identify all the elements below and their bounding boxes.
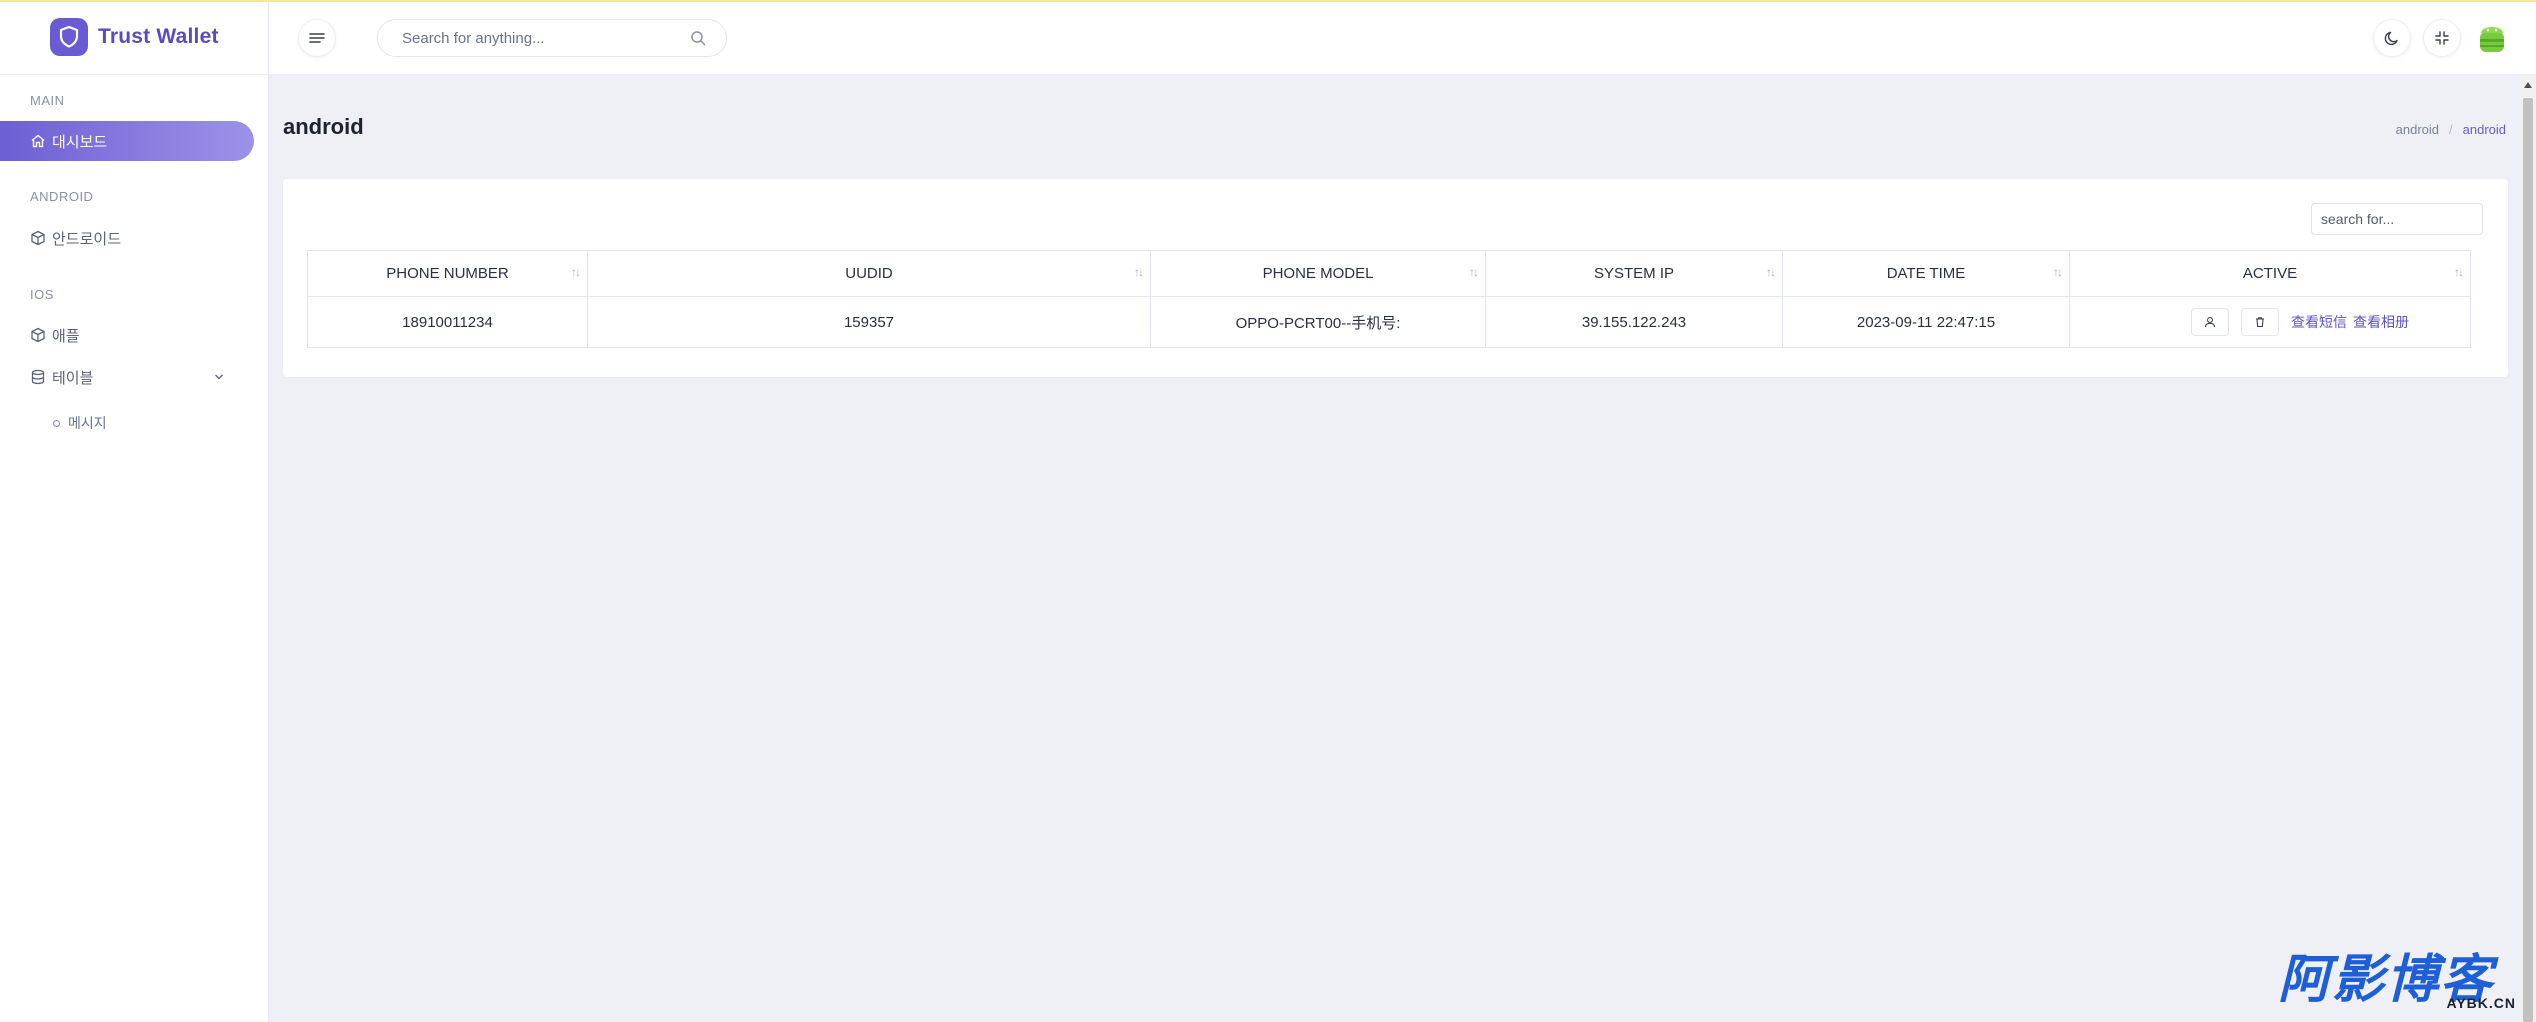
database-icon bbox=[31, 369, 45, 385]
sidebar-item-table[interactable]: 테이블 bbox=[0, 357, 254, 397]
column-header-phone-model[interactable]: PHONE MODEL ↑↓ bbox=[1150, 250, 1486, 297]
menu-toggle-button[interactable] bbox=[298, 19, 336, 57]
cell-phone-number: 18910011234 bbox=[307, 296, 588, 348]
view-user-button[interactable] bbox=[2191, 308, 2229, 336]
cell-uudid: 159357 bbox=[587, 296, 1151, 348]
bullet-icon bbox=[53, 419, 60, 427]
user-icon bbox=[2204, 317, 2216, 328]
table-row: 18910011234 159357 OPPO-PCRT00--手机号: 39.… bbox=[307, 296, 2471, 348]
data-card: PHONE NUMBER ↑↓ UUDID ↑↓ PHONE MODEL ↑↓ SYS… bbox=[283, 179, 2508, 377]
column-header-label: DATE TIME bbox=[1886, 265, 1966, 282]
cube-icon bbox=[31, 230, 45, 246]
data-table: PHONE NUMBER ↑↓ UUDID ↑↓ PHONE MODEL ↑↓ SYS… bbox=[307, 250, 2471, 348]
top-accent-line bbox=[0, 0, 2536, 2]
vertical-scrollbar[interactable] bbox=[2520, 76, 2536, 1022]
column-header-system-ip[interactable]: SYSTEM IP ↑↓ bbox=[1485, 250, 1783, 297]
cell-date-time: 2023-09-11 22:47:15 bbox=[1782, 296, 2070, 348]
delete-button[interactable] bbox=[2241, 308, 2279, 336]
home-icon bbox=[31, 134, 45, 148]
table-header-row: PHONE NUMBER ↑↓ UUDID ↑↓ PHONE MODEL ↑↓ SYS… bbox=[307, 250, 2471, 297]
section-label-main: MAIN bbox=[30, 93, 65, 108]
page-title: android bbox=[283, 114, 364, 139]
sort-icon[interactable]: ↑↓ bbox=[2053, 265, 2063, 279]
row-actions: 查看短信 查看相册 bbox=[2070, 308, 2470, 336]
column-header-label: PHONE MODEL bbox=[1262, 265, 1374, 282]
breadcrumb-current: android bbox=[2462, 122, 2506, 137]
cell-system-ip: 39.155.122.243 bbox=[1485, 296, 1783, 348]
scroll-up-arrow-icon[interactable] bbox=[2524, 82, 2532, 88]
global-search-input[interactable] bbox=[402, 29, 690, 47]
sidebar-item-dashboard[interactable]: 대시보드 bbox=[0, 121, 254, 161]
search-icon[interactable] bbox=[690, 30, 706, 46]
menu-icon bbox=[309, 33, 325, 43]
sidebar-item-label: 애플 bbox=[52, 327, 80, 345]
chevron-down-icon bbox=[215, 374, 223, 380]
cube-icon bbox=[31, 327, 45, 343]
sidebar-item-android[interactable]: 안드로이드 bbox=[0, 218, 254, 258]
column-header-label: ACTIVE bbox=[2242, 265, 2298, 282]
sort-icon[interactable]: ↑↓ bbox=[1134, 265, 1144, 279]
watermark-sub: AYBK.CN bbox=[2446, 995, 2516, 1011]
sidebar-item-label: 안드로이드 bbox=[52, 230, 122, 248]
sort-icon[interactable]: ↑↓ bbox=[1469, 265, 1479, 279]
cell-phone-model: OPPO-PCRT00--手机号: bbox=[1150, 296, 1486, 348]
section-label-ios: IOS bbox=[30, 287, 54, 302]
view-album-link[interactable]: 查看相册 bbox=[2353, 312, 2409, 332]
sidebar-subitem-label: 메시지 bbox=[68, 415, 107, 431]
moon-icon bbox=[2384, 31, 2398, 46]
breadcrumb-separator: / bbox=[2449, 122, 2453, 137]
trash-icon bbox=[2256, 317, 2264, 328]
sort-icon[interactable]: ↑↓ bbox=[571, 265, 581, 279]
fullscreen-exit-button[interactable] bbox=[2423, 19, 2461, 57]
column-header-label: UUDID bbox=[845, 265, 893, 282]
sidebar-subitem-messages[interactable]: 메시지 bbox=[53, 413, 107, 433]
theme-toggle-button[interactable] bbox=[2373, 19, 2411, 57]
global-search bbox=[377, 19, 727, 57]
section-label-android: ANDROID bbox=[30, 189, 94, 204]
sidebar: Trust Wallet MAIN 대시보드 ANDROID 안드로이드 IOS… bbox=[0, 0, 269, 1022]
sort-icon[interactable]: ↑↓ bbox=[1766, 265, 1776, 279]
scrollbar-thumb[interactable] bbox=[2523, 98, 2533, 1022]
cell-active: 查看短信 查看相册 bbox=[2069, 296, 2471, 348]
sidebar-item-apple[interactable]: 애플 bbox=[0, 315, 254, 355]
shield-logo-icon bbox=[50, 18, 88, 56]
android-avatar-icon bbox=[2480, 27, 2504, 52]
view-sms-link[interactable]: 查看短信 bbox=[2291, 312, 2347, 332]
user-avatar[interactable] bbox=[2476, 20, 2508, 54]
sidebar-item-label: 대시보드 bbox=[52, 133, 108, 151]
sort-icon[interactable]: ↑↓ bbox=[2454, 265, 2464, 279]
table-search-input[interactable] bbox=[2311, 203, 2483, 235]
compress-icon bbox=[2435, 31, 2449, 45]
brand[interactable]: Trust Wallet bbox=[0, 0, 268, 75]
brand-name: Trust Wallet bbox=[98, 25, 219, 48]
watermark: 阿影博客 AYBK.CN bbox=[2278, 953, 2518, 1015]
breadcrumb-item[interactable]: android bbox=[2396, 122, 2439, 137]
column-header-label: SYSTEM IP bbox=[1593, 265, 1675, 282]
column-header-uudid[interactable]: UUDID ↑↓ bbox=[587, 250, 1151, 297]
top-header bbox=[269, 0, 2536, 75]
column-header-phone-number[interactable]: PHONE NUMBER ↑↓ bbox=[307, 250, 588, 297]
breadcrumb: android / android bbox=[2396, 122, 2506, 137]
column-header-active[interactable]: ACTIVE ↑↓ bbox=[2069, 250, 2471, 297]
column-header-date-time[interactable]: DATE TIME ↑↓ bbox=[1782, 250, 2070, 297]
column-header-label: PHONE NUMBER bbox=[386, 265, 509, 282]
sidebar-item-label: 테이블 bbox=[52, 369, 94, 387]
